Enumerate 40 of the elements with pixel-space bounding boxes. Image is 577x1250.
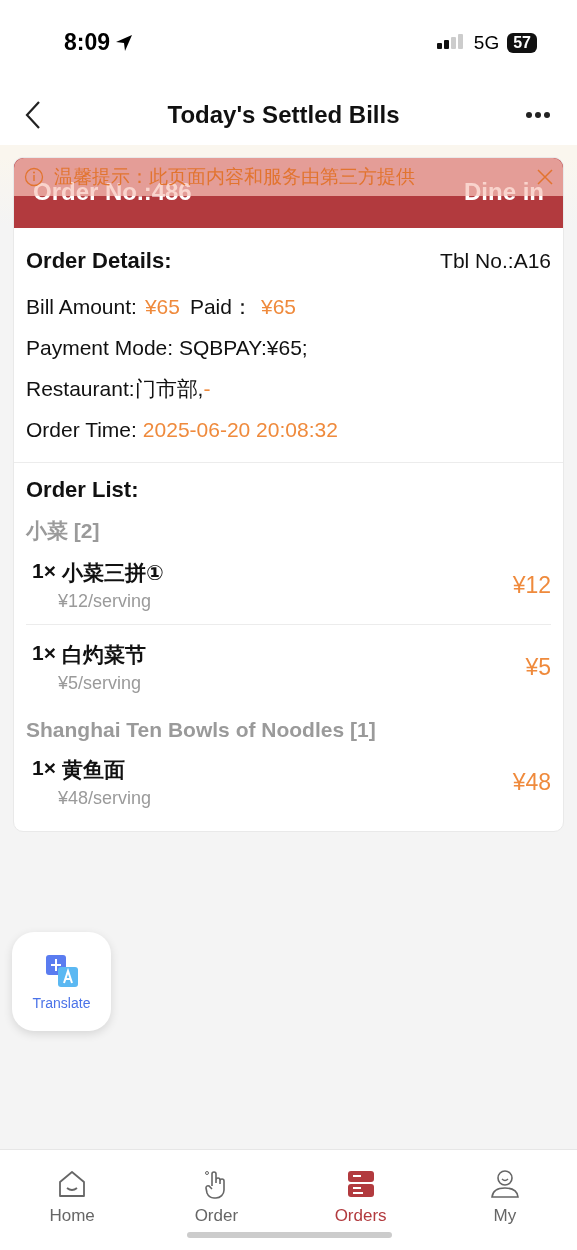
item-total: ¥48 — [512, 769, 551, 796]
item-total: ¥12 — [512, 572, 551, 599]
location-arrow-icon — [114, 32, 135, 53]
restaurant-label: Restaurant:门市部, — [26, 375, 204, 402]
back-icon[interactable] — [24, 100, 42, 130]
bill-amount: ¥65 — [144, 294, 180, 319]
category-heading: 小菜 [2] — [26, 518, 101, 544]
order-time: 2025-06-20 20:08:32 — [142, 417, 338, 442]
translate-icon — [43, 952, 80, 989]
order-time-label: Order Time: — [26, 417, 137, 442]
status-time: 8:09 — [64, 29, 111, 56]
unit-price: ¥48/serving — [57, 788, 152, 809]
tab[interactable]: My — [432, 1150, 577, 1250]
unit-price: ¥5/serving — [57, 673, 143, 694]
page-title: Today's Settled Bills — [167, 101, 400, 129]
category-heading: Shanghai Ten Bowls of Noodles [1] — [26, 718, 377, 742]
network-label: 5G — [473, 31, 500, 54]
tab[interactable]: Home — [0, 1150, 145, 1250]
item-name: 小菜三拼① — [61, 560, 164, 586]
table-number: Tbl No.:A16 — [440, 249, 551, 273]
tab[interactable]: Orders — [288, 1150, 433, 1250]
item-name: 黄鱼面 — [61, 757, 125, 783]
paid-label: Paid： — [189, 293, 253, 320]
translate-button[interactable]: Translate — [12, 932, 111, 1031]
item-name: 白灼菜节 — [61, 642, 146, 668]
paid-amount: ¥65 — [260, 294, 296, 319]
item-quantity: 1× — [32, 756, 56, 781]
payment-mode: Payment Mode: SQBPAY:¥65; — [26, 335, 308, 360]
tab[interactable]: Order — [144, 1150, 289, 1250]
bill-label: Bill Amount: — [26, 294, 137, 319]
person-icon — [488, 1168, 521, 1200]
item-quantity: 1× — [32, 559, 56, 584]
section-heading: Order Details: — [26, 248, 172, 274]
section-heading: Order List: — [26, 477, 140, 504]
battery-level: 57 — [507, 32, 537, 53]
item-quantity: 1× — [32, 641, 56, 666]
item-total: ¥5 — [525, 654, 551, 681]
more-icon[interactable] — [525, 111, 551, 119]
restaurant-suffix: - — [203, 376, 211, 401]
unit-price: ¥12/serving — [57, 591, 153, 612]
